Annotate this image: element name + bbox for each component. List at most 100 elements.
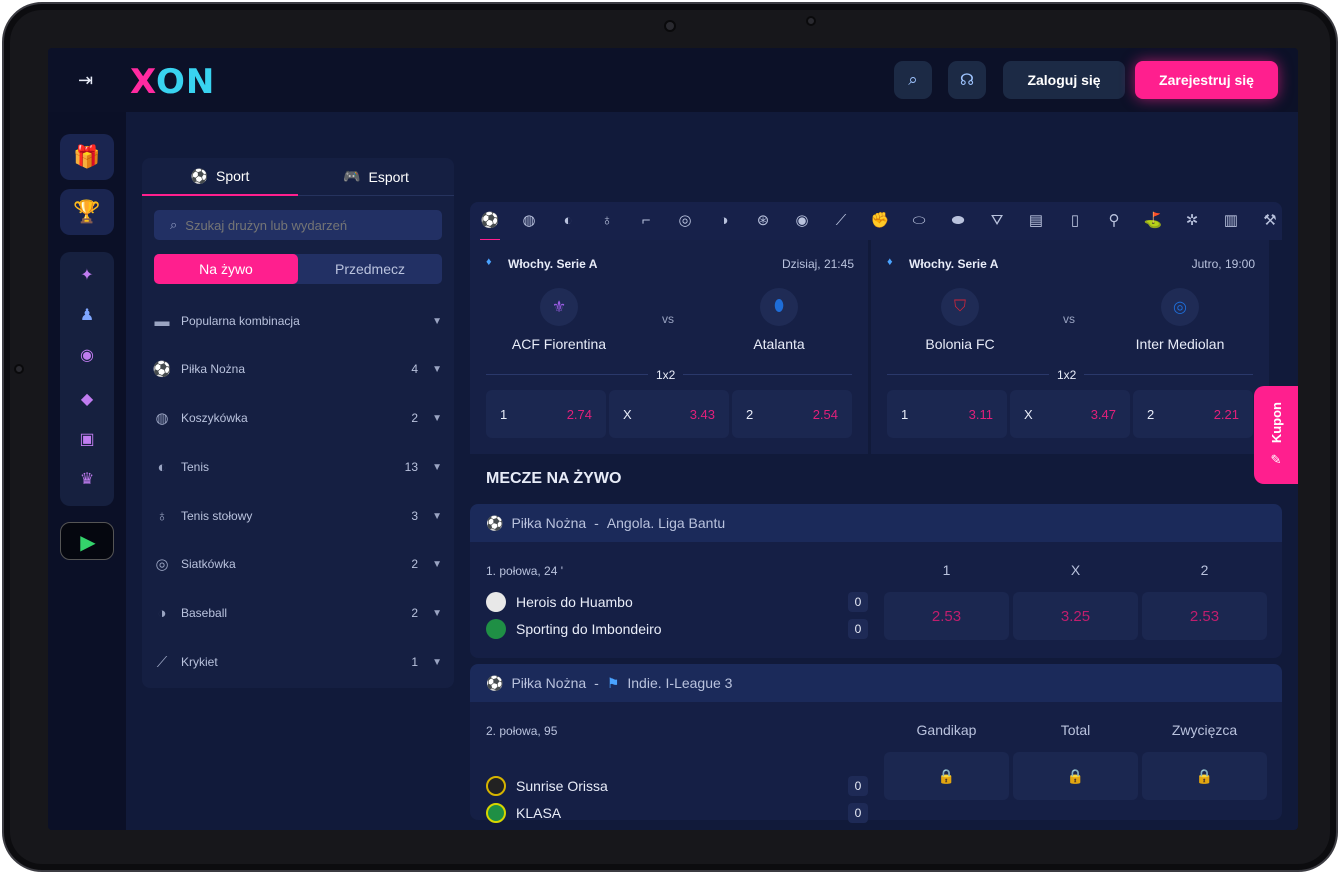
main-content: ⚽ Sport 🎮 Esport ⌕ Na żywo Przedmecz ▬ Popu… bbox=[126, 112, 1298, 830]
ticket-icon: ▬ bbox=[154, 312, 170, 330]
sidebar-item-tennis[interactable]: ◐ Tenis 13 ▼ bbox=[142, 443, 454, 491]
tab-esport-label: Esport bbox=[368, 168, 409, 185]
tab-sport[interactable]: ⚽ Sport bbox=[142, 158, 298, 196]
separator: - bbox=[594, 515, 599, 531]
handball-icon[interactable]: ▯ bbox=[1065, 211, 1085, 231]
match-row[interactable]: 2. połowa, 95 Gandikap Total Zwycięzca S… bbox=[470, 702, 1282, 823]
odd-key: X bbox=[623, 406, 632, 422]
search-input[interactable] bbox=[185, 217, 426, 233]
sidebar-item-basketball[interactable]: ◍ Koszykówka 2 ▼ bbox=[142, 394, 454, 442]
sidebar-item-count: 2 bbox=[411, 606, 418, 620]
match-header[interactable]: ⚽ Piłka Nożna - ⚑ Indie. I-League 3 bbox=[470, 664, 1282, 702]
basketball-icon[interactable]: ◍ bbox=[519, 211, 539, 231]
sidebar-item-cricket[interactable]: ⟋ Krykiet 1 ▼ bbox=[142, 638, 454, 686]
cricket-bat-icon[interactable]: ⟋ bbox=[831, 211, 851, 231]
futsal-icon[interactable]: ✲ bbox=[1182, 211, 1202, 231]
more-sports-icon[interactable]: ⚒ bbox=[1260, 211, 1280, 231]
odd-home-button[interactable]: 1 2.74 bbox=[486, 390, 606, 438]
volleyball-icon: ◎ bbox=[155, 556, 169, 573]
column-header: Zwycięzca bbox=[1171, 722, 1238, 738]
crystal-icon[interactable]: ◆ bbox=[60, 382, 114, 416]
sidebar-item-popular[interactable]: ▬ Popularna kombinacja ▼ bbox=[142, 297, 454, 345]
sidebar-item-count: 4 bbox=[411, 362, 418, 376]
tennis-ball-icon[interactable]: ◐ bbox=[558, 211, 578, 231]
sidebar-item-football[interactable]: ⚽ Piłka Nożna 4 ▼ bbox=[142, 345, 454, 393]
badminton-icon[interactable]: ⛛ bbox=[987, 211, 1007, 231]
cycling-icon[interactable]: ⚲ bbox=[1104, 211, 1124, 231]
chevron-down-icon: ▼ bbox=[432, 363, 442, 375]
darts-icon[interactable]: ◉ bbox=[792, 211, 812, 231]
google-play-button[interactable]: ▶ bbox=[60, 522, 114, 560]
featured-match-card[interactable]: ♦ Włochy. Serie A Jutro, 19:00 ⛉ ◎ vs Bo… bbox=[871, 240, 1269, 454]
mode-live-button[interactable]: Na żywo bbox=[154, 254, 298, 284]
odd-key: X bbox=[1024, 406, 1033, 422]
odd-away-button[interactable]: 2.53 bbox=[1142, 592, 1267, 640]
sidebar-item-table-tennis[interactable]: ♁ Tenis stołowy 3 ▼ bbox=[142, 492, 454, 540]
odd-home-button[interactable]: 2.53 bbox=[884, 592, 1009, 640]
odd-away-button[interactable]: 2 2.54 bbox=[732, 390, 852, 438]
team-crest-icon bbox=[486, 776, 506, 796]
trophy-small-icon[interactable]: ♛ bbox=[60, 462, 114, 496]
support-button[interactable]: ☊ bbox=[948, 61, 986, 99]
odd-key: 1 bbox=[500, 406, 508, 422]
tablet-frame: ⇥ XON ⌕ ☊ Zaloguj się Zarejestruj się 🎁 … bbox=[2, 2, 1338, 872]
locked-odd-button[interactable]: 🔒 bbox=[1013, 752, 1138, 800]
locked-odd-button[interactable]: 🔒 bbox=[884, 752, 1009, 800]
sidebar-item-count: 3 bbox=[411, 509, 418, 523]
match-time: Dzisiaj, 21:45 bbox=[781, 257, 854, 271]
dice-icon[interactable]: ✦ bbox=[60, 258, 114, 292]
chevron-down-icon: ▼ bbox=[432, 412, 442, 424]
boxing-glove-icon[interactable]: ✊ bbox=[870, 211, 890, 231]
column-header: Gandikap bbox=[916, 722, 977, 738]
odd-draw-button[interactable]: X 3.43 bbox=[609, 390, 729, 438]
headset-icon: ☊ bbox=[959, 72, 975, 89]
search-button[interactable]: ⌕ bbox=[894, 61, 932, 99]
sidebar-item-label: Koszykówka bbox=[181, 411, 248, 425]
odd-away-button[interactable]: 2 2.21 bbox=[1133, 390, 1253, 438]
soccer-ball-icon[interactable]: ⚽ bbox=[480, 211, 500, 240]
ping-pong-icon[interactable]: ♁ bbox=[597, 211, 617, 231]
field-icon[interactable]: ▥ bbox=[1221, 211, 1241, 231]
featured-match-card[interactable]: ♦ Włochy. Serie A Dzisiaj, 21:45 ⚜ ⬮ vs … bbox=[470, 240, 868, 454]
odd-value: 3.43 bbox=[689, 406, 715, 422]
tab-esport[interactable]: 🎮 Esport bbox=[298, 158, 454, 196]
locked-odd-button[interactable]: 🔒 bbox=[1142, 752, 1267, 800]
register-button[interactable]: Zarejestruj się bbox=[1135, 61, 1278, 99]
promo-gift[interactable]: 🎁 bbox=[60, 134, 114, 180]
login-button[interactable]: Zaloguj się bbox=[1003, 61, 1125, 99]
mode-toggle: Na żywo Przedmecz bbox=[154, 254, 442, 284]
roulette-icon[interactable]: ◉ bbox=[60, 338, 114, 372]
rugby-icon[interactable]: ⊛ bbox=[753, 211, 773, 231]
baseball-icon[interactable]: ◑ bbox=[714, 211, 734, 231]
promo-trophy[interactable]: 🏆 bbox=[60, 189, 114, 235]
golf-icon[interactable]: ⛳ bbox=[1143, 211, 1163, 231]
mode-prematch-button[interactable]: Przedmecz bbox=[298, 254, 442, 284]
match-league: Indie. I-League 3 bbox=[627, 675, 733, 691]
match-status: 2. połowa, 95 bbox=[486, 724, 558, 738]
search-field[interactable]: ⌕ bbox=[154, 210, 442, 240]
logo[interactable]: XON bbox=[130, 62, 215, 102]
volleyball-icon[interactable]: ◎ bbox=[675, 211, 695, 231]
team-name: KLASA bbox=[516, 805, 562, 821]
snooker-icon[interactable]: ▤ bbox=[1026, 211, 1046, 231]
odd-draw-button[interactable]: X 3.47 bbox=[1010, 390, 1130, 438]
joystick-icon[interactable]: ♟ bbox=[60, 298, 114, 332]
odd-value: 3.47 bbox=[1090, 406, 1116, 422]
american-football-icon[interactable]: ⬭ bbox=[909, 211, 929, 231]
sport-icon-strip: ⚽ ◍ ◐ ♁ ⌐ ◎ ◑ ⊛ ◉ ⟋ ✊ ⬭ ⬬ ⛛ ▤ ▯ ⚲ ⛳ ✲ ▥ bbox=[470, 202, 1282, 240]
match-header[interactable]: ⚽ Piłka Nożna - Angola. Liga Bantu bbox=[470, 504, 1282, 542]
hockey-icon[interactable]: ⌐ bbox=[636, 211, 656, 231]
match-status: 1. połowa, 24 ' bbox=[486, 564, 564, 578]
sidebar-item-volleyball[interactable]: ◎ Siatkówka 2 ▼ bbox=[142, 540, 454, 588]
sidebar-item-baseball[interactable]: ◑ Baseball 2 ▼ bbox=[142, 589, 454, 637]
chest-icon[interactable]: ▣ bbox=[60, 422, 114, 456]
coupon-tab[interactable]: Kupon ✎ bbox=[1254, 386, 1298, 484]
chevron-down-icon: ▼ bbox=[432, 558, 442, 570]
menu-toggle-icon[interactable]: ⇥ bbox=[78, 70, 93, 91]
team-crest-icon bbox=[486, 803, 506, 823]
match-row[interactable]: 1. połowa, 24 ' 1 X 2 Herois do Huambo S… bbox=[470, 542, 1282, 658]
column-header: Total bbox=[1060, 722, 1091, 738]
rugby-ball-icon[interactable]: ⬬ bbox=[948, 211, 968, 231]
odd-draw-button[interactable]: 3.25 bbox=[1013, 592, 1138, 640]
odd-home-button[interactable]: 1 3.11 bbox=[887, 390, 1007, 438]
